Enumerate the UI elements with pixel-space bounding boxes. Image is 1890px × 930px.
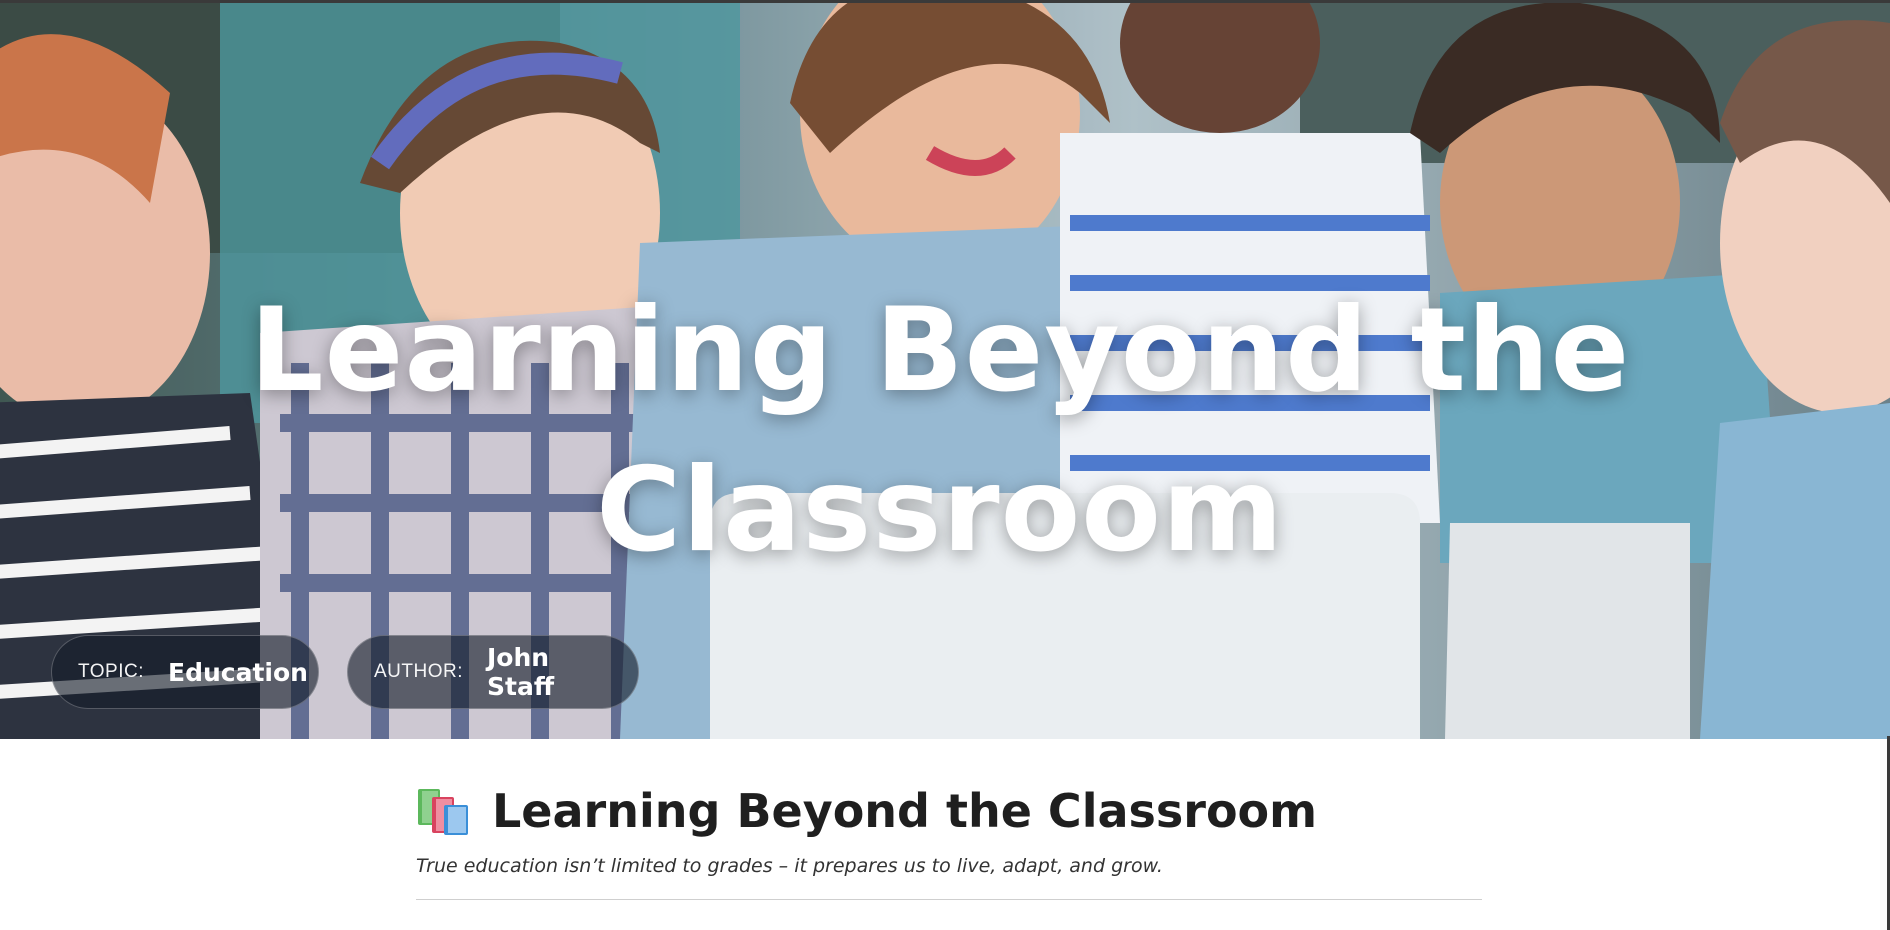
author-label: AUTHOR: xyxy=(374,661,463,682)
article-header: Learning Beyond the Classroom True educa… xyxy=(416,781,1482,900)
topic-label: TOPIC: xyxy=(78,661,144,682)
hero-title: Learning Beyond the Classroom xyxy=(249,283,1631,578)
topic-badge: TOPIC: Education xyxy=(51,635,319,709)
topic-value: Education xyxy=(168,657,308,687)
divider xyxy=(416,899,1482,900)
author-badge: AUTHOR: John Staff xyxy=(347,635,639,709)
article-title: Learning Beyond the Classroom xyxy=(492,784,1318,838)
books-icon xyxy=(418,789,468,835)
article-title-row: Learning Beyond the Classroom xyxy=(416,781,1482,841)
hero-banner: Learning Beyond the Classroom TOPIC: Edu… xyxy=(0,3,1890,739)
article-subtitle: True education isn’t limited to grades –… xyxy=(416,855,1163,877)
author-value: John Staff xyxy=(487,643,555,701)
article-page: Learning Beyond the Classroom TOPIC: Edu… xyxy=(0,3,1890,930)
